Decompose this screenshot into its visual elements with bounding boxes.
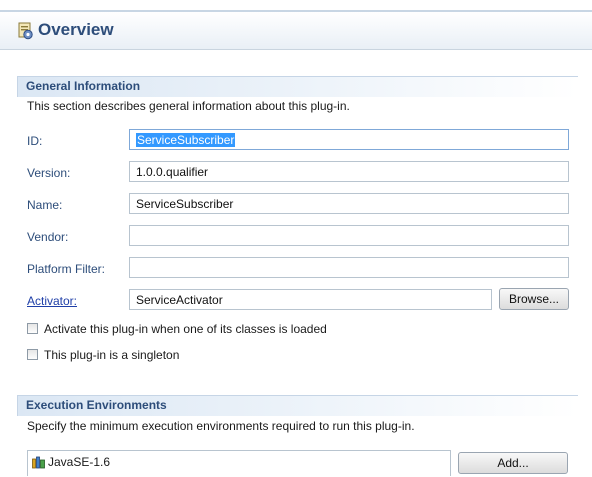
singleton-label: This plug-in is a singleton [44,348,180,362]
platform-filter-field[interactable] [129,257,569,278]
environment-label: JavaSE-1.6 [48,455,111,469]
activate-on-load-checkbox[interactable] [27,323,38,334]
execution-environments-description: Specify the minimum execution environmen… [27,419,415,433]
activate-on-load-label: Activate this plug-in when one of its cl… [44,322,327,336]
id-field-value: ServiceSubscriber [136,133,236,147]
activator-field-value: ServiceActivator [136,293,223,307]
library-icon [32,456,46,469]
plugin-overview-icon [16,22,34,40]
activator-link[interactable]: Activator: [27,294,77,308]
activator-field[interactable]: ServiceActivator [129,289,492,310]
execution-environments-section-header[interactable]: Execution Environments [17,395,578,416]
browse-button[interactable]: Browse... [499,288,569,310]
execution-environments-list[interactable]: JavaSE-1.6 [27,450,451,476]
id-field[interactable]: ServiceSubscriber [129,129,569,150]
execution-environments-title: Execution Environments [26,398,167,412]
general-information-description: This section describes general informati… [27,99,350,113]
add-environment-button[interactable]: Add... [458,452,568,474]
page-title: Overview [38,20,114,39]
version-field-value: 1.0.0.qualifier [136,165,209,179]
vendor-field[interactable] [129,225,569,246]
general-information-section-header[interactable]: General Information [17,76,578,97]
vendor-label: Vendor: [27,230,69,244]
platform-filter-label: Platform Filter: [27,262,106,276]
name-label: Name: [27,198,63,212]
form-header: Overview [0,12,592,50]
general-information-title: General Information [26,79,141,93]
singleton-checkbox[interactable] [27,349,38,360]
name-field-value: ServiceSubscriber [136,197,234,211]
version-label: Version: [27,166,71,180]
name-field[interactable]: ServiceSubscriber [129,193,569,214]
version-field[interactable]: 1.0.0.qualifier [129,161,569,182]
id-label: ID: [27,134,43,148]
